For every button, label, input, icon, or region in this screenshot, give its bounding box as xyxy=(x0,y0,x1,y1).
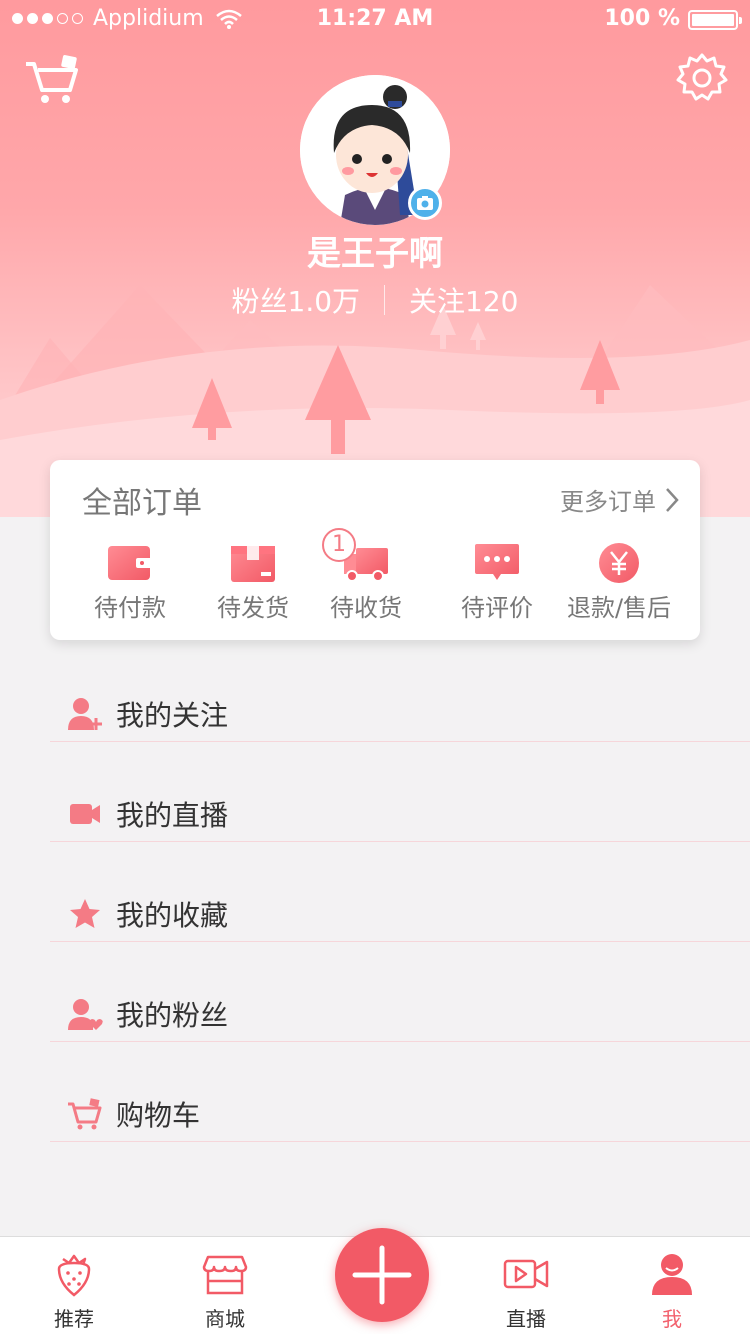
camera-icon[interactable] xyxy=(408,186,442,220)
order-label: 待评价 xyxy=(461,594,533,622)
star-icon xyxy=(70,899,100,928)
order-refund-aftersale[interactable]: 退款/售后 xyxy=(549,540,689,630)
notification-badge: 1 xyxy=(322,528,356,562)
package-icon xyxy=(231,546,275,582)
profile-stats: 粉丝1.0万 关注120 xyxy=(0,280,750,320)
menu-my-favorites[interactable]: 我的收藏 xyxy=(50,882,750,942)
tab-shop[interactable]: 商城 xyxy=(175,1237,275,1334)
yen-icon xyxy=(599,543,639,583)
menu-my-following[interactable]: 我的关注 xyxy=(50,682,750,742)
live-video-icon xyxy=(503,1259,549,1289)
chevron-right-icon xyxy=(666,487,679,512)
orders-card: 全部订单 更多订单 待付款 待发货 待收货 待评价 退款/售后 xyxy=(50,460,700,640)
profile-header: Applidium 11:27 AM 100 % 是王子啊 粉丝1.0万 关注1… xyxy=(0,0,750,517)
create-post-button[interactable] xyxy=(335,1228,429,1322)
order-label: 待付款 xyxy=(94,594,166,622)
tab-label: 我 xyxy=(662,1307,682,1331)
user-heart-icon xyxy=(68,999,103,1030)
following-count[interactable]: 关注120 xyxy=(409,280,518,320)
comment-icon xyxy=(475,544,519,580)
plus-icon xyxy=(352,1245,412,1305)
username: 是王子啊 xyxy=(307,234,443,274)
settings-gear-icon[interactable] xyxy=(676,52,728,104)
cart-icon[interactable] xyxy=(22,52,82,108)
tab-label: 推荐 xyxy=(54,1307,94,1331)
menu-label: 我的粉丝 xyxy=(116,999,229,1032)
person-icon xyxy=(652,1254,692,1295)
menu-my-fans[interactable]: 我的粉丝 xyxy=(50,982,750,1042)
fans-count[interactable]: 粉丝1.0万 xyxy=(232,280,361,320)
shop-icon xyxy=(202,1255,248,1295)
tab-me[interactable]: 我 xyxy=(622,1237,722,1334)
menu-label: 我的收藏 xyxy=(116,899,229,932)
strawberry-icon xyxy=(57,1254,91,1297)
tab-label: 直播 xyxy=(506,1307,546,1331)
menu-my-live[interactable]: 我的直播 xyxy=(50,782,750,842)
order-pending-review[interactable]: 待评价 xyxy=(427,540,567,630)
battery-icon xyxy=(688,10,742,30)
menu-label: 我的关注 xyxy=(116,699,229,732)
order-label: 退款/售后 xyxy=(566,594,672,622)
user-add-icon xyxy=(68,698,102,730)
tab-label: 商城 xyxy=(205,1307,245,1331)
status-bar: Applidium 11:27 AM 100 % xyxy=(0,0,750,40)
video-camera-icon xyxy=(70,804,100,824)
divider xyxy=(384,285,386,315)
battery-percent: 100 % xyxy=(604,6,680,31)
cart-icon xyxy=(68,1098,102,1130)
order-label: 待收货 xyxy=(330,594,402,622)
menu-label: 购物车 xyxy=(116,1099,201,1132)
tab-live[interactable]: 直播 xyxy=(476,1237,576,1334)
more-orders-label: 更多订单 xyxy=(560,488,656,516)
wallet-icon xyxy=(108,546,152,580)
orders-title: 全部订单 xyxy=(82,486,202,521)
menu-shopping-cart[interactable]: 购物车 xyxy=(50,1082,750,1142)
tab-recommend[interactable]: 推荐 xyxy=(24,1237,124,1334)
menu-label: 我的直播 xyxy=(116,799,229,832)
more-orders-link[interactable]: 更多订单 xyxy=(560,482,680,517)
order-pending-receipt[interactable]: 待收货 xyxy=(296,540,436,630)
order-pending-payment[interactable]: 待付款 xyxy=(60,540,200,630)
